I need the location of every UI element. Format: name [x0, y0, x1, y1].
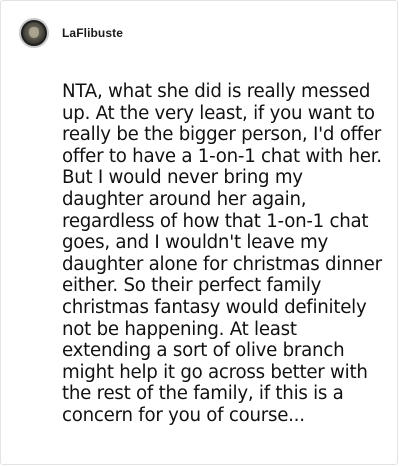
- comment-body-text: NTA, what she did is really messed up. A…: [62, 81, 382, 426]
- comment-card: LaFlibuste NTA, what she did is really m…: [0, 0, 398, 465]
- comment-header: LaFlibuste: [19, 18, 123, 48]
- avatar-image: [23, 22, 45, 44]
- comment-author-name[interactable]: LaFlibuste: [62, 26, 123, 40]
- user-avatar-icon[interactable]: [19, 18, 49, 48]
